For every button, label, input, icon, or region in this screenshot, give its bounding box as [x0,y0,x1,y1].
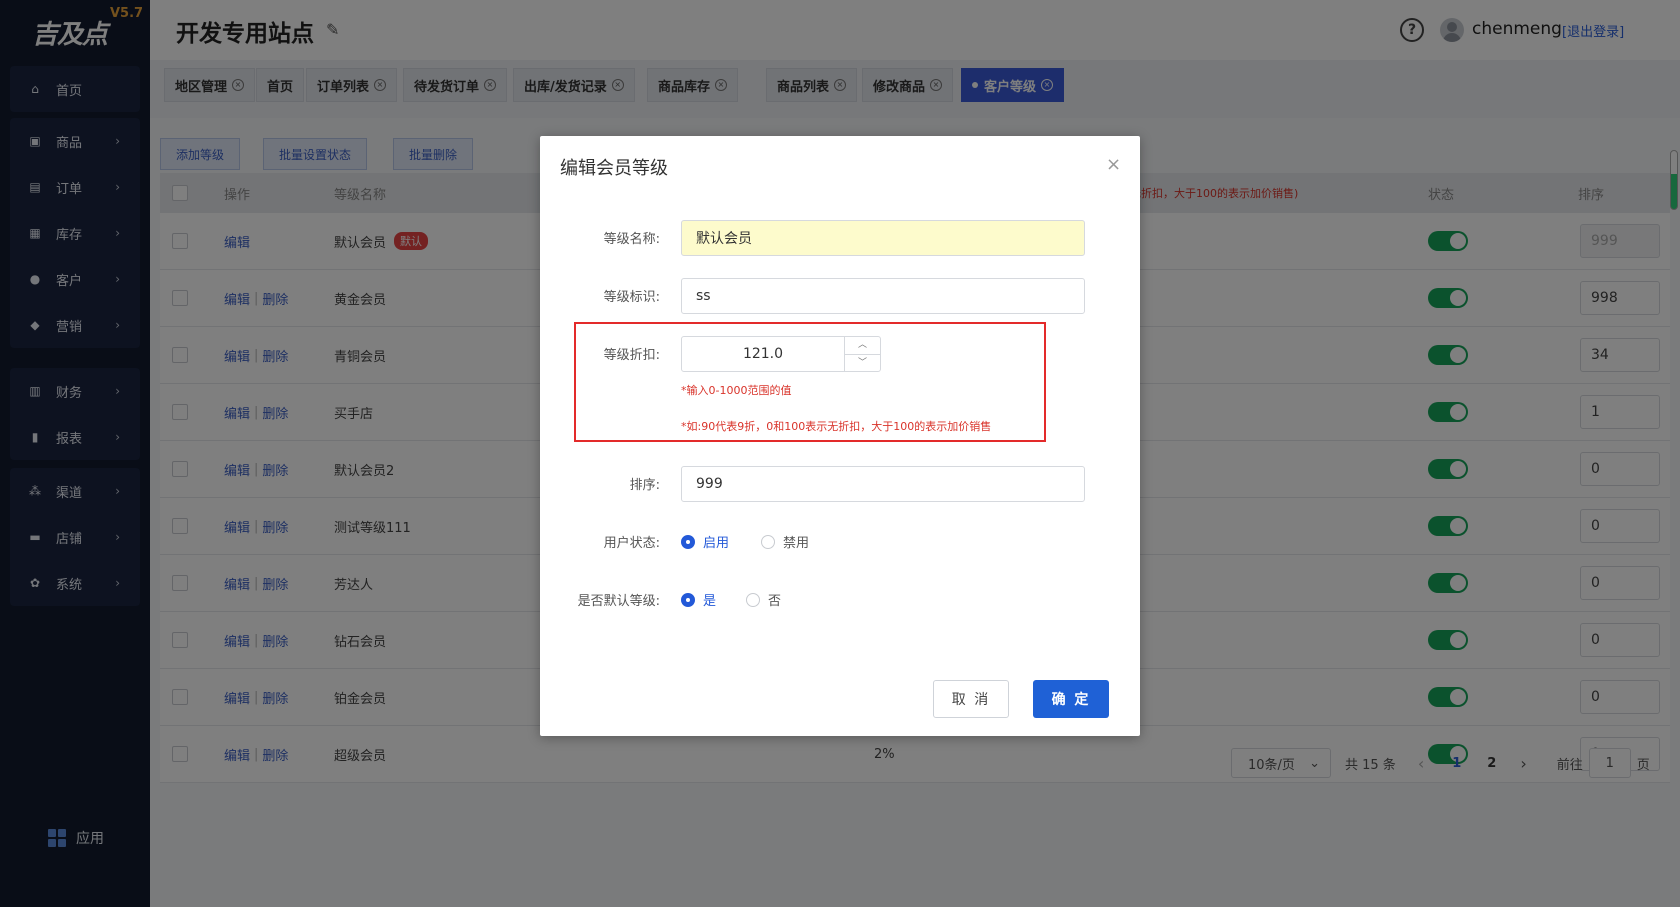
close-icon[interactable]: × [1106,154,1121,175]
radio-circle [681,534,695,549]
default-no-radio[interactable]: 否 [746,590,781,609]
status-disabled-radio[interactable]: 禁用 [761,532,809,551]
chevron-up-icon[interactable]: ︿ [845,337,880,355]
default-level-label: 是否默认等级: [577,594,660,609]
edit-level-dialog: 编辑会员等级 × 等级名称: 默认会员 等级标识: ss 等级折扣: 121.0… [540,136,1140,736]
user-status-label: 用户状态: [603,536,660,551]
dialog-title: 编辑会员等级 [560,158,668,179]
radio-circle [746,592,760,607]
radio-label: 是 [703,594,717,609]
radio-circle [761,534,775,549]
radio-label: 禁用 [783,536,810,551]
stepper-arrows: ︿ ﹀ [844,337,880,371]
level-name-label: 等级名称: [603,232,660,247]
discount-value[interactable]: 121.0 [682,337,844,371]
confirm-button[interactable]: 确 定 [1033,680,1109,718]
level-name-input[interactable]: 默认会员 [681,220,1085,256]
cancel-button[interactable]: 取 消 [933,680,1009,718]
sort-label: 排序: [629,478,660,493]
discount-hint-example: *如:90代表9折，0和100表示无折扣，大于100的表示加价销售 [681,420,992,433]
discount-stepper[interactable]: 121.0 ︿ ﹀ [681,336,881,372]
radio-circle [681,592,695,607]
radio-label: 启用 [703,536,730,551]
radio-label: 否 [768,594,782,609]
default-yes-radio[interactable]: 是 [681,590,716,609]
level-code-label: 等级标识: [603,290,660,305]
level-discount-label: 等级折扣: [603,348,660,363]
sort-input[interactable]: 999 [681,466,1085,502]
chevron-down-icon[interactable]: ﹀ [845,355,880,372]
level-code-input[interactable]: ss [681,278,1085,314]
discount-hint-range: *输入0-1000范围的值 [681,384,792,397]
status-enabled-radio[interactable]: 启用 [681,532,729,551]
